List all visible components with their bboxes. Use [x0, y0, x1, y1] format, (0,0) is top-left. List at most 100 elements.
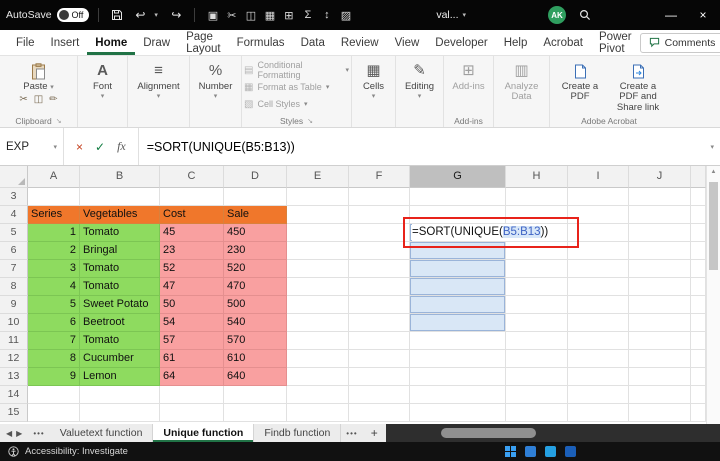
accessibility-status[interactable]: Accessibility: Investigate	[25, 446, 128, 457]
row-header-5[interactable]: 5	[0, 224, 28, 242]
menu-tab-developer[interactable]: Developer	[427, 30, 495, 55]
qat-copy-icon[interactable]: ◫	[242, 9, 259, 22]
cell-A9[interactable]: 5	[28, 296, 80, 314]
cell-C3[interactable]	[160, 188, 224, 206]
cell-J3[interactable]	[629, 188, 691, 206]
cell-K7[interactable]	[691, 260, 706, 278]
cell-F12[interactable]	[349, 350, 410, 368]
cell-G12[interactable]	[410, 350, 506, 368]
cut-icon[interactable]: ✂	[19, 94, 27, 105]
cell-H13[interactable]	[506, 368, 568, 386]
format-as-table-button[interactable]: ▦Format as Table▾	[244, 79, 349, 95]
cell-D7[interactable]: 520	[224, 260, 287, 278]
taskbar-app-3[interactable]	[565, 446, 576, 457]
cell-A4[interactable]: Series	[28, 206, 80, 224]
sheet-list-overflow-icon[interactable]: •••	[28, 424, 49, 442]
cell-H4[interactable]	[506, 206, 568, 224]
cell-D14[interactable]	[224, 386, 287, 404]
cell-A7[interactable]: 3	[28, 260, 80, 278]
save-icon[interactable]	[108, 9, 126, 21]
cell-H6[interactable]	[506, 242, 568, 260]
windows-start-icon[interactable]	[505, 446, 516, 457]
cell-F9[interactable]	[349, 296, 410, 314]
column-header-B[interactable]: B	[80, 166, 160, 188]
cell-G3[interactable]	[410, 188, 506, 206]
cell-B5[interactable]: Tomato	[80, 224, 160, 242]
cell-G4[interactable]	[410, 206, 506, 224]
name-box-dropdown-icon[interactable]: ▾	[53, 143, 57, 151]
cell-E12[interactable]	[287, 350, 349, 368]
conditional-formatting-button[interactable]: ▤Conditional Formatting▾	[244, 62, 349, 78]
cell-K10[interactable]	[691, 314, 706, 332]
menu-tab-insert[interactable]: Insert	[43, 30, 88, 55]
cell-A10[interactable]: 6	[28, 314, 80, 332]
cell-G9[interactable]	[410, 296, 506, 314]
cell-I11[interactable]	[568, 332, 629, 350]
cell-K8[interactable]	[691, 278, 706, 296]
cell-G10[interactable]	[410, 314, 506, 332]
cell-F8[interactable]	[349, 278, 410, 296]
cell-H15[interactable]	[506, 404, 568, 422]
analyze-data-button[interactable]: ▥ Analyze Data	[496, 59, 548, 114]
alignment-button[interactable]: ≡ Alignment ▾	[137, 59, 179, 114]
copy-icon[interactable]: ◫	[34, 94, 43, 105]
column-header-I[interactable]: I	[568, 166, 629, 188]
format-painter-icon[interactable]: ✏	[49, 94, 57, 105]
cell-I14[interactable]	[568, 386, 629, 404]
cell-styles-button[interactable]: ▧Cell Styles▾	[244, 96, 349, 112]
new-sheet-button[interactable]: +	[363, 424, 386, 442]
cell-A11[interactable]: 7	[28, 332, 80, 350]
cell-F7[interactable]	[349, 260, 410, 278]
cell-H7[interactable]	[506, 260, 568, 278]
cell-B10[interactable]: Beetroot	[80, 314, 160, 332]
cell-F3[interactable]	[349, 188, 410, 206]
qat-sort-icon[interactable]: ↕	[318, 9, 335, 22]
cell-E14[interactable]	[287, 386, 349, 404]
cell-B7[interactable]: Tomato	[80, 260, 160, 278]
cell-A15[interactable]	[28, 404, 80, 422]
cancel-icon[interactable]: ×	[76, 140, 83, 154]
insert-function-icon[interactable]: fx	[117, 139, 126, 154]
sheet-overflow-icon[interactable]: •••	[341, 424, 362, 442]
editing-button[interactable]: ✎ Editing ▾	[405, 59, 434, 114]
cell-A12[interactable]: 8	[28, 350, 80, 368]
scroll-up-icon[interactable]: ▲	[707, 166, 720, 175]
cell-I3[interactable]	[568, 188, 629, 206]
cell-B3[interactable]	[80, 188, 160, 206]
cell-A13[interactable]: 9	[28, 368, 80, 386]
undo-dropdown-icon[interactable]: ▾	[154, 11, 162, 19]
cell-K5[interactable]	[691, 224, 706, 242]
comments-button[interactable]: Comments	[640, 33, 720, 53]
cell-E11[interactable]	[287, 332, 349, 350]
cell-K4[interactable]	[691, 206, 706, 224]
cell-B14[interactable]	[80, 386, 160, 404]
cell-E6[interactable]	[287, 242, 349, 260]
cell-G11[interactable]	[410, 332, 506, 350]
menu-tab-draw[interactable]: Draw	[135, 30, 178, 55]
cell-B6[interactable]: Bringal	[80, 242, 160, 260]
menu-tab-acrobat[interactable]: Acrobat	[535, 30, 591, 55]
cell-G13[interactable]	[410, 368, 506, 386]
column-header-A[interactable]: A	[28, 166, 80, 188]
cell-D6[interactable]: 230	[224, 242, 287, 260]
dialog-launcher-icon[interactable]: ↘	[307, 117, 313, 125]
menu-tab-data[interactable]: Data	[293, 30, 333, 55]
formula-bar-expand-icon[interactable]: ▾	[704, 128, 720, 165]
cell-K13[interactable]	[691, 368, 706, 386]
cell-G5[interactable]: =SORT(UNIQUE(B5:B13))	[410, 224, 506, 242]
cell-C5[interactable]: 45	[160, 224, 224, 242]
cell-B9[interactable]: Sweet Potato	[80, 296, 160, 314]
cell-D9[interactable]: 500	[224, 296, 287, 314]
autosave-toggle[interactable]: Off	[57, 8, 90, 22]
name-box[interactable]: EXP ▾	[0, 128, 64, 165]
cells-button[interactable]: ▦ Cells ▾	[363, 59, 384, 114]
qat-fill-icon[interactable]: ▨	[337, 9, 354, 22]
sheet-tab-valuetext-function[interactable]: Valuetext function	[50, 424, 154, 442]
cell-J7[interactable]	[629, 260, 691, 278]
cell-K11[interactable]	[691, 332, 706, 350]
sheet-tab-unique-function[interactable]: Unique function	[153, 424, 254, 442]
qat-merge-icon[interactable]: ⊞	[280, 9, 297, 22]
row-header-11[interactable]: 11	[0, 332, 28, 350]
minimize-button[interactable]: —	[660, 8, 682, 22]
cell-K12[interactable]	[691, 350, 706, 368]
